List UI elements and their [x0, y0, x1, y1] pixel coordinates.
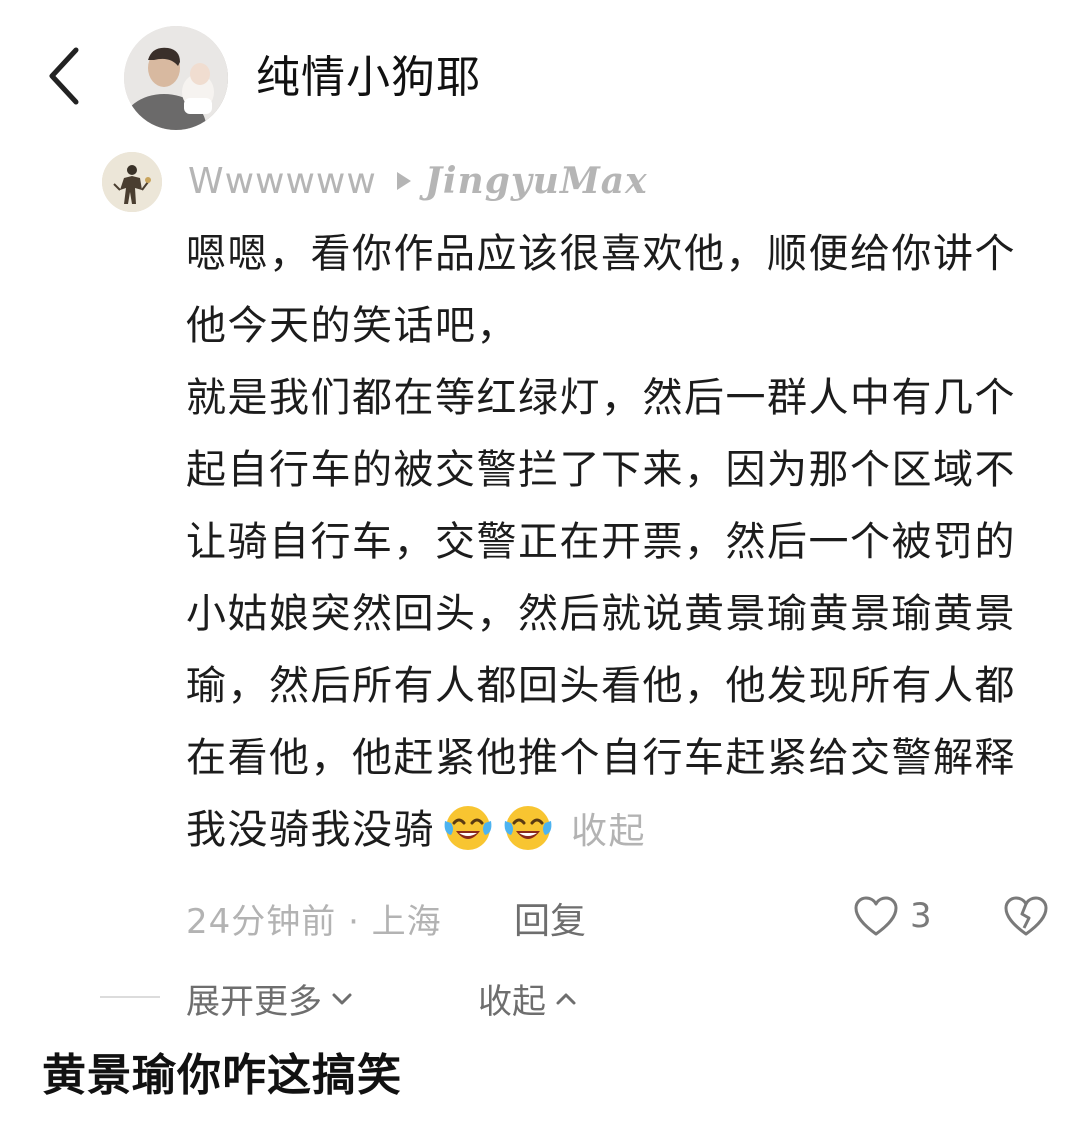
- like-button[interactable]: 3: [852, 894, 932, 938]
- chevron-left-icon: [49, 47, 79, 105]
- comment-paragraph: 嗯嗯，看你作品应该很喜欢他，顺便给你讲个他今天的笑话吧，: [186, 231, 1016, 349]
- chat-header: 纯情小狗耶: [0, 0, 1080, 150]
- comment-text: 嗯嗯，看你作品应该很喜欢他，顺便给你讲个他今天的笑话吧， 就是我们都在等红绿灯，…: [186, 218, 1046, 868]
- chat-username: 纯情小狗耶: [256, 52, 481, 103]
- chevron-down-icon: [332, 993, 352, 1004]
- heart-outline-icon: [854, 896, 898, 936]
- dislike-button[interactable]: [1002, 894, 1050, 942]
- expand-more-label: 展开更多: [186, 982, 322, 1022]
- collapse-label: 收起: [478, 982, 546, 1022]
- collapse-thread-button[interactable]: 收起: [478, 974, 578, 1023]
- reply-button[interactable]: 回复: [514, 892, 586, 944]
- play-triangle-icon: [396, 172, 411, 190]
- user-avatar[interactable]: [124, 26, 228, 130]
- comment-paragraph-text: 就是我们都在等红绿灯，然后一群人中有几个起自行车的被交警拦了下来，因为那个区域不…: [186, 375, 1016, 853]
- avatar-photo: [124, 26, 228, 130]
- comment-timestamp: 24分钟前 · 上海: [186, 902, 442, 942]
- commenter-avatar-image: [102, 152, 162, 212]
- expand-more-button[interactable]: 展开更多: [186, 974, 354, 1023]
- comment-paragraph-last: 就是我们都在等红绿灯，然后一群人中有几个起自行车的被交警拦了下来，因为那个区域不…: [186, 362, 1046, 868]
- reply-target-user[interactable]: JingyuMax: [425, 160, 648, 202]
- broken-heart-icon: [1004, 896, 1048, 936]
- comment-author[interactable]: Wwwwww: [188, 161, 377, 202]
- comment-footer: 24分钟前 · 上海 回复 3: [186, 888, 1056, 948]
- back-button[interactable]: [38, 40, 98, 112]
- thread-controls: 展开更多 收起: [100, 968, 800, 1022]
- comment-meta: Wwwwww JingyuMax: [188, 156, 648, 206]
- commenter-avatar[interactable]: [102, 152, 162, 212]
- chevron-up-icon: [556, 993, 576, 1004]
- thread-divider: [100, 996, 160, 998]
- post-caption: 黄景瑜你咋这搞笑: [42, 1050, 402, 1101]
- collapse-text-link[interactable]: 收起: [571, 811, 646, 852]
- crying-laughing-emoji: [441, 799, 495, 853]
- crying-laughing-emoji: [501, 799, 555, 853]
- like-count: 3: [910, 896, 932, 936]
